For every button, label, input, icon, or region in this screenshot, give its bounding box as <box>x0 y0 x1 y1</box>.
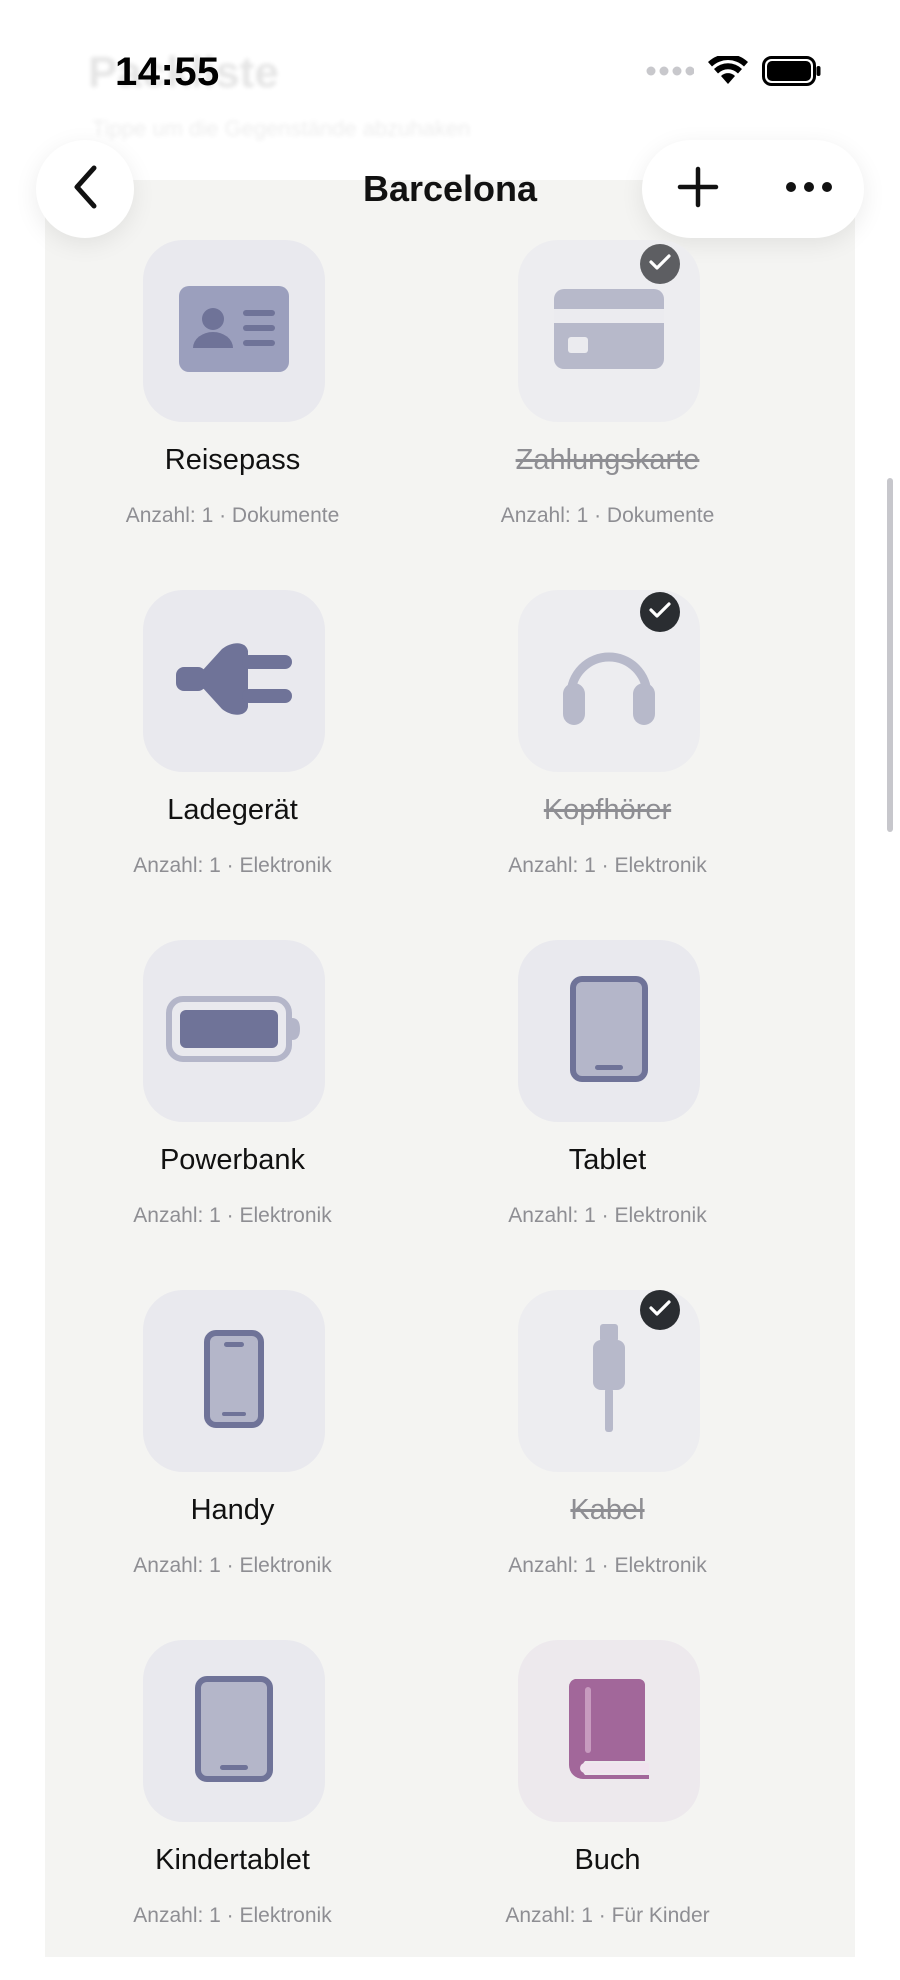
tablet-icon <box>570 975 648 1087</box>
item-card-handy[interactable]: Handy Anzahl: 1 · Elektronik <box>45 1290 420 1630</box>
item-meta: Anzahl: 1 · Elektronik <box>508 1554 707 1577</box>
more-button[interactable] <box>769 149 849 229</box>
status-time: 14:55 <box>115 50 220 94</box>
item-card-ladegeraet[interactable]: Ladegerät Anzahl: 1 · Elektronik <box>45 590 420 930</box>
item-name: Kopfhörer <box>543 794 672 826</box>
navigation-bar: Barcelona <box>0 130 900 250</box>
tablet-icon <box>195 1675 273 1787</box>
item-meta: Anzahl: 1 · Elektronik <box>133 1904 332 1927</box>
cable-icon <box>589 1323 629 1439</box>
battery-pack-icon <box>166 995 302 1067</box>
signal-icon <box>646 64 695 82</box>
item-name: Ladegerät <box>167 794 298 826</box>
item-card-kindertablet[interactable]: Kindertablet Anzahl: 1 · Elektronik <box>45 1640 420 1980</box>
item-name: Reisepass <box>164 444 301 476</box>
item-card-buch[interactable]: Buch Anzahl: 1 · Für Kinder <box>420 1640 795 1980</box>
item-name: Zahlungskarte <box>515 444 700 476</box>
item-card-kabel[interactable]: Kabel Anzahl: 1 · Elektronik <box>420 1290 795 1630</box>
item-meta: Anzahl: 1 · Dokumente <box>500 504 715 527</box>
checkmark-badge <box>640 592 680 632</box>
add-button[interactable] <box>658 149 738 229</box>
item-tile <box>143 940 325 1122</box>
item-name: Tablet <box>568 1144 647 1176</box>
item-card-reisepass[interactable]: Reisepass Anzahl: 1 · Dokumente <box>45 240 420 580</box>
item-card-zahlungskarte[interactable]: Zahlungskarte Anzahl: 1 · Dokumente <box>420 240 795 580</box>
scrollbar[interactable] <box>887 478 893 832</box>
phone-icon <box>204 1329 264 1433</box>
item-tile <box>143 240 325 422</box>
headphones-icon <box>561 629 657 734</box>
plug-icon <box>176 641 292 722</box>
item-meta: Anzahl: 1 · Elektronik <box>133 1554 332 1577</box>
item-card-powerbank[interactable]: Powerbank Anzahl: 1 · Elektronik <box>45 940 420 1280</box>
checkmark-badge <box>640 244 680 284</box>
ellipsis-icon <box>785 180 833 198</box>
item-meta: Anzahl: 1 · Elektronik <box>133 1204 332 1227</box>
status-bar: 14:55 <box>0 0 900 150</box>
item-tile <box>143 1290 325 1472</box>
item-meta: Anzahl: 1 · Elektronik <box>133 854 332 877</box>
item-meta: Anzahl: 1 · Für Kinder <box>505 1904 710 1927</box>
item-tile <box>518 1640 700 1822</box>
checkmark-icon <box>649 1299 671 1322</box>
item-meta: Anzahl: 1 · Elektronik <box>508 1204 707 1227</box>
checkmark-icon <box>649 253 671 276</box>
item-name: Kabel <box>570 1494 645 1526</box>
item-name: Handy <box>190 1494 275 1526</box>
book-icon <box>567 1678 651 1784</box>
item-tile <box>143 590 325 772</box>
item-tile <box>518 940 700 1122</box>
item-name: Powerbank <box>159 1144 306 1176</box>
wifi-icon <box>708 53 748 91</box>
checkmark-badge <box>640 1290 680 1330</box>
plus-icon <box>676 165 720 214</box>
item-name: Buch <box>574 1844 641 1876</box>
credit-card-icon <box>554 288 664 374</box>
checkmark-icon <box>649 601 671 624</box>
item-name: Kindertablet <box>155 1844 310 1876</box>
nav-actions <box>642 140 864 238</box>
item-tile <box>143 1640 325 1822</box>
item-card-tablet[interactable]: Tablet Anzahl: 1 · Elektronik <box>420 940 795 1280</box>
item-meta: Anzahl: 1 · Dokumente <box>125 504 340 527</box>
item-meta: Anzahl: 1 · Elektronik <box>508 854 707 877</box>
battery-icon <box>762 55 822 91</box>
id-card-icon <box>179 285 289 377</box>
item-card-kopfhoerer[interactable]: Kopfhörer Anzahl: 1 · Elektronik <box>420 590 795 930</box>
